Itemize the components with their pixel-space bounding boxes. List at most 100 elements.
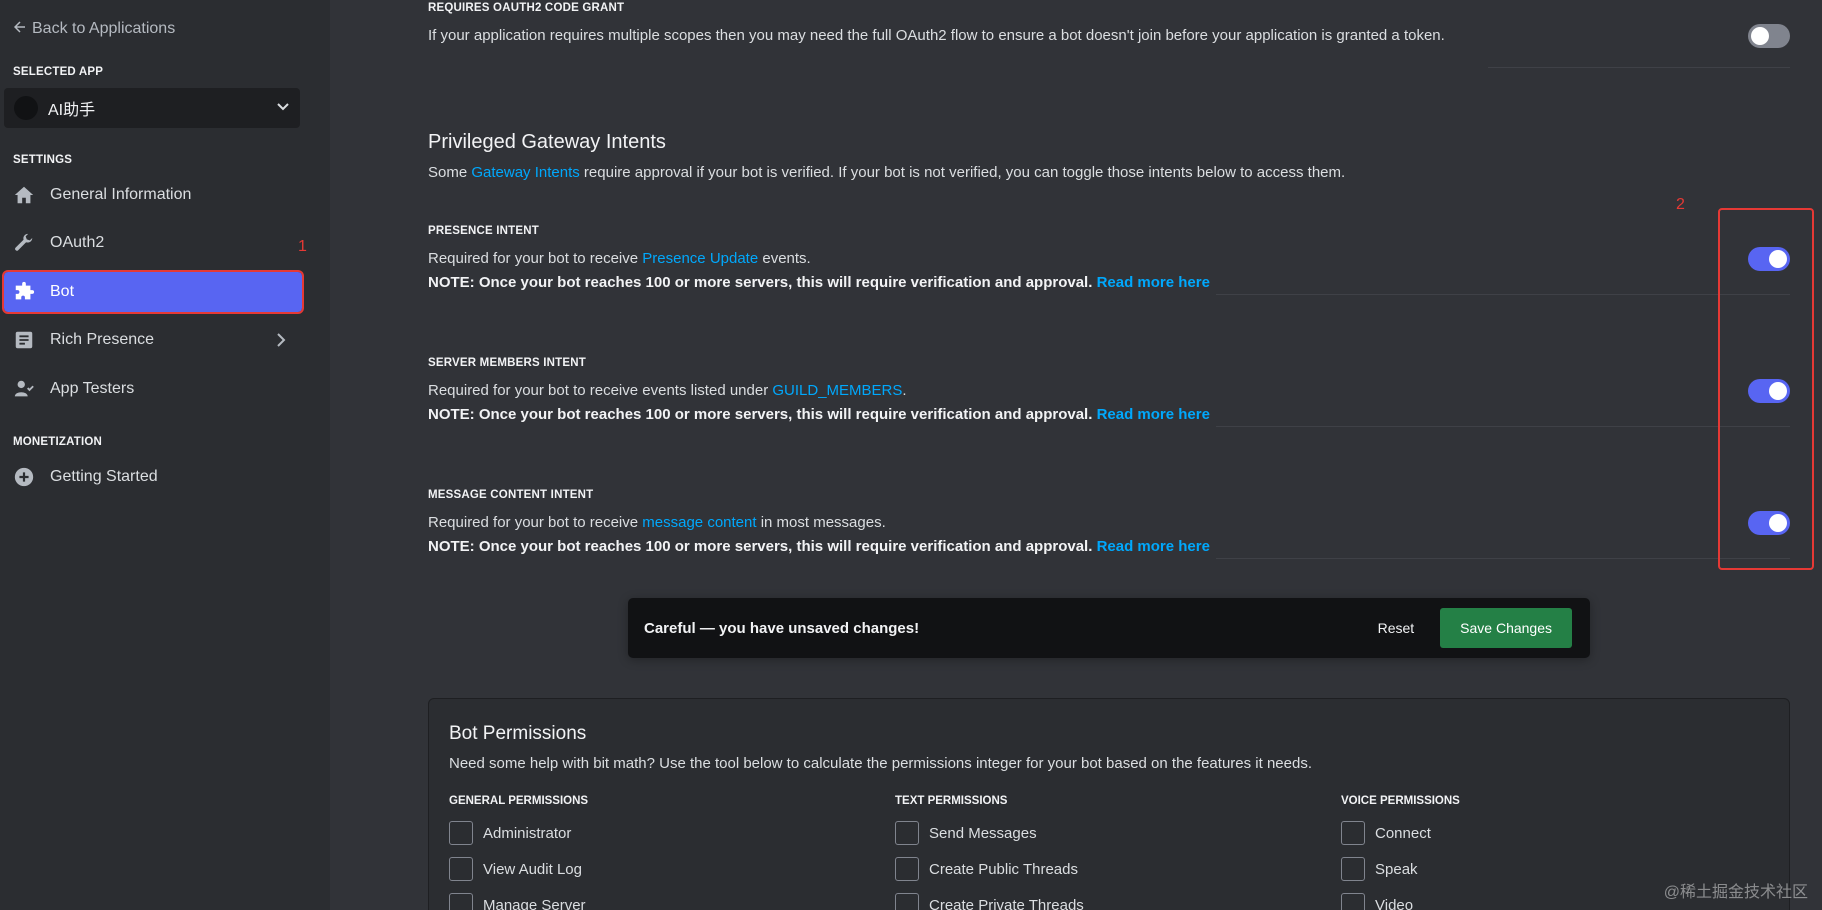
- permission-label: View Audit Log: [483, 860, 582, 878]
- home-icon: [12, 183, 36, 207]
- general-permissions-column: GENERAL PERMISSIONS Administrator View A…: [449, 795, 588, 910]
- intents-title: Privileged Gateway Intents: [428, 131, 666, 153]
- checkbox[interactable]: [1341, 893, 1365, 910]
- sidebar-item-bot[interactable]: Bot: [2, 270, 304, 314]
- back-to-applications-link[interactable]: Back to Applications: [13, 20, 176, 38]
- unsaved-changes-bar: Careful — you have unsaved changes! Rese…: [628, 598, 1590, 658]
- app-selector[interactable]: AI助手: [4, 88, 300, 128]
- permissions-desc: Need some help with bit math? Use the to…: [449, 755, 1312, 772]
- permission-label: Send Messages: [929, 824, 1037, 842]
- desc-prefix: Required for your bot to receive: [428, 250, 643, 267]
- annotation-marker-1: 1: [298, 238, 307, 255]
- column-caption: TEXT PERMISSIONS: [895, 795, 1008, 807]
- bot-permissions-panel: Bot Permissions Need some help with bit …: [428, 698, 1790, 910]
- checkbox[interactable]: [449, 821, 473, 845]
- desc-prefix: Required for your bot to receive: [428, 514, 643, 531]
- permission-speak[interactable]: Speak: [1341, 851, 1460, 887]
- sidebar-item-label: Rich Presence: [50, 331, 155, 348]
- checkbox[interactable]: [895, 821, 919, 845]
- divider: [1216, 558, 1790, 559]
- sidebar-item-general-information[interactable]: General Information: [4, 175, 302, 215]
- note-text: NOTE: Once your bot reaches 100 or more …: [428, 538, 1093, 555]
- checkbox[interactable]: [449, 857, 473, 881]
- column-caption: GENERAL PERMISSIONS: [449, 795, 589, 807]
- sidebar-item-oauth2[interactable]: OAuth2: [4, 223, 302, 263]
- presence-intent-note: NOTE: Once your bot reaches 100 or more …: [428, 274, 1210, 291]
- permission-label: Video: [1375, 896, 1414, 910]
- permission-administrator[interactable]: Administrator: [449, 815, 588, 851]
- reset-button[interactable]: Reset: [1372, 612, 1421, 644]
- note-text: NOTE: Once your bot reaches 100 or more …: [428, 274, 1093, 291]
- permission-video[interactable]: Video: [1341, 887, 1460, 910]
- plus-circle-icon: [12, 465, 36, 489]
- guild-members-link[interactable]: GUILD_MEMBERS: [772, 382, 902, 399]
- checkbox[interactable]: [895, 893, 919, 910]
- sidebar-item-getting-started[interactable]: Getting Started: [4, 457, 302, 497]
- sidebar-item-label: App Testers: [50, 380, 135, 397]
- app-avatar: [14, 96, 38, 120]
- sidebar-item-rich-presence[interactable]: Rich Presence: [4, 320, 302, 360]
- intents-desc: Some Gateway Intents require approval if…: [428, 164, 1345, 181]
- server-members-intent-note: NOTE: Once your bot reaches 100 or more …: [428, 406, 1210, 423]
- read-more-link[interactable]: Read more here: [1097, 538, 1210, 555]
- permission-label: Create Private Threads: [929, 896, 1084, 910]
- desc-suffix: in most messages.: [756, 514, 886, 531]
- selected-app-label: SELECTED APP: [13, 66, 104, 78]
- divider: [1216, 426, 1790, 427]
- server-members-intent-caption: SERVER MEMBERS INTENT: [428, 357, 586, 369]
- annotation-highlight-box: [1718, 208, 1814, 570]
- watermark: @稀土掘金技术社区: [1663, 884, 1808, 901]
- presence-update-link[interactable]: Presence Update: [642, 250, 758, 267]
- text-permissions-column: TEXT PERMISSIONS Send Messages Create Pu…: [895, 795, 1084, 910]
- sidebar-item-label: Getting Started: [50, 468, 158, 485]
- oauth-grant-toggle[interactable]: [1748, 24, 1790, 48]
- save-changes-button[interactable]: Save Changes: [1440, 608, 1572, 648]
- permission-send-messages[interactable]: Send Messages: [895, 815, 1084, 851]
- permission-connect[interactable]: Connect: [1341, 815, 1460, 851]
- intents-desc-prefix: Some: [428, 164, 472, 181]
- permission-label: Manage Server: [483, 896, 586, 910]
- sidebar-item-app-testers[interactable]: App Testers: [4, 369, 302, 409]
- checkbox[interactable]: [449, 893, 473, 910]
- permission-create-public-threads[interactable]: Create Public Threads: [895, 851, 1084, 887]
- permissions-title: Bot Permissions: [449, 723, 587, 744]
- voice-permissions-column: VOICE PERMISSIONS Connect Speak Video: [1341, 795, 1460, 910]
- permission-create-private-threads[interactable]: Create Private Threads: [895, 887, 1084, 910]
- monetization-label: MONETIZATION: [13, 436, 103, 448]
- gateway-intents-link[interactable]: Gateway Intents: [471, 164, 579, 181]
- desc-prefix: Required for your bot to receive events …: [428, 382, 773, 399]
- read-more-link[interactable]: Read more here: [1097, 406, 1210, 423]
- divider: [1216, 294, 1790, 295]
- checkbox[interactable]: [1341, 857, 1365, 881]
- toggle-knob: [1751, 27, 1769, 45]
- desc-suffix: events.: [758, 250, 811, 267]
- server-members-intent-desc: Required for your bot to receive events …: [428, 382, 907, 399]
- back-label: Back to Applications: [32, 20, 176, 37]
- sidebar-item-label: OAuth2: [50, 234, 105, 251]
- note-text: NOTE: Once your bot reaches 100 or more …: [428, 406, 1093, 423]
- checkbox[interactable]: [1341, 821, 1365, 845]
- message-content-intent-caption: MESSAGE CONTENT INTENT: [428, 489, 594, 501]
- permission-label: Connect: [1375, 824, 1431, 842]
- divider: [1488, 67, 1790, 68]
- chevron-down-icon: [276, 99, 290, 118]
- permission-manage-server[interactable]: Manage Server: [449, 887, 588, 910]
- document-icon: [12, 328, 36, 352]
- read-more-link[interactable]: Read more here: [1097, 274, 1210, 291]
- unsaved-message: Careful — you have unsaved changes!: [644, 619, 920, 637]
- permission-view-audit-log[interactable]: View Audit Log: [449, 851, 588, 887]
- user-tester-icon: [12, 377, 36, 401]
- desc-suffix: .: [902, 382, 907, 399]
- puzzle-icon: [12, 280, 36, 304]
- settings-label: SETTINGS: [13, 154, 73, 166]
- sidebar-item-label: Bot: [50, 283, 75, 300]
- checkbox[interactable]: [895, 857, 919, 881]
- message-content-link[interactable]: message content: [642, 514, 756, 531]
- message-content-intent-note: NOTE: Once your bot reaches 100 or more …: [428, 538, 1210, 555]
- permission-label: Administrator: [483, 824, 572, 842]
- message-content-intent-desc: Required for your bot to receive message…: [428, 514, 886, 531]
- presence-intent-desc: Required for your bot to receive Presenc…: [428, 250, 811, 267]
- sidebar: Back to Applications SELECTED APP AI助手 S…: [0, 0, 330, 910]
- app-name: AI助手: [48, 102, 96, 119]
- oauth-grant-caption: REQUIRES OAUTH2 CODE GRANT: [428, 2, 625, 14]
